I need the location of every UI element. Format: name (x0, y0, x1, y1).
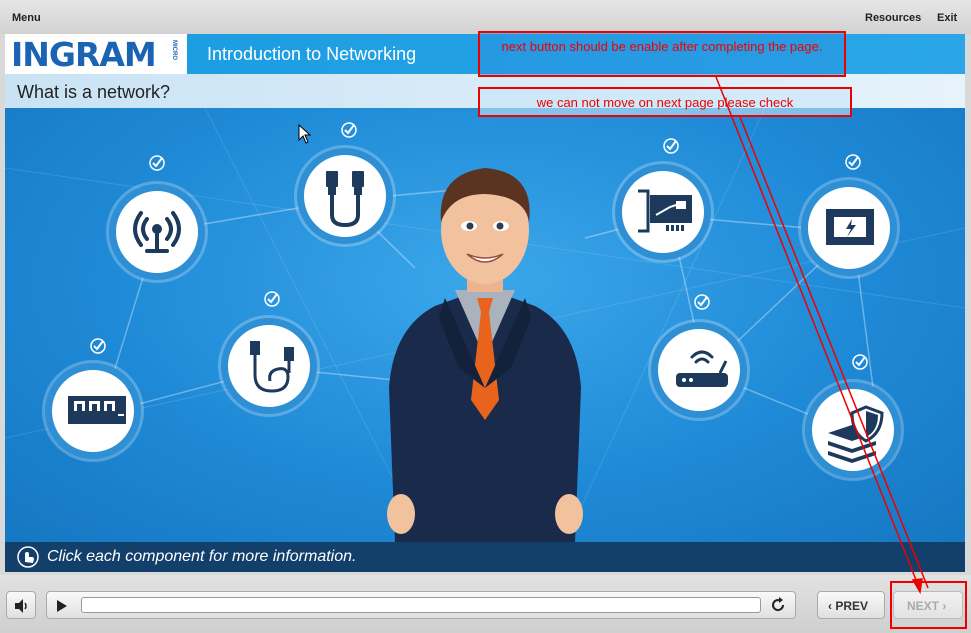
visited-check-icon (845, 154, 861, 170)
network-card-icon (638, 189, 692, 233)
annotation-note-2: we can not move on next page please chec… (478, 87, 852, 117)
logo: INGRAM MICRO (5, 34, 187, 74)
playback-bar (46, 591, 796, 619)
mouse-cursor-icon (298, 124, 312, 144)
node-router[interactable] (651, 322, 747, 418)
hand-pointer-icon (17, 546, 39, 568)
ethernet-port-icon (826, 209, 874, 245)
course-title: Introduction to Networking (207, 44, 417, 64)
resources-button[interactable]: Resources (865, 12, 921, 24)
antenna-icon (133, 211, 181, 253)
visited-check-icon (264, 291, 280, 307)
node-security-server[interactable] (805, 382, 901, 478)
visited-check-icon (852, 354, 868, 370)
speaker-icon (15, 599, 27, 613)
visited-check-icon (90, 338, 106, 354)
switch-icon (68, 396, 126, 424)
node-ethernet-cable[interactable] (297, 148, 393, 244)
node-usb-cable[interactable] (221, 318, 317, 414)
menu-button[interactable]: Menu (12, 12, 41, 24)
node-network-card[interactable] (615, 164, 711, 260)
exit-button[interactable]: Exit (937, 12, 957, 24)
usb-cable-icon (250, 341, 294, 393)
volume-button[interactable] (6, 591, 36, 619)
player-controls: ‹ PREV NEXT › (0, 575, 971, 633)
top-bar: Menu Resources Exit (0, 0, 971, 34)
content-stage (5, 108, 965, 542)
node-switch[interactable] (45, 363, 141, 459)
node-ethernet-port[interactable] (801, 180, 897, 276)
visited-check-icon (149, 155, 165, 171)
prev-button[interactable]: ‹ PREV (817, 591, 885, 619)
logo-subtext: MICRO (171, 40, 177, 60)
play-icon[interactable] (57, 600, 67, 612)
visited-check-icon (694, 294, 710, 310)
page-title: What is a network? (17, 82, 171, 102)
visited-check-icon (341, 122, 357, 138)
router-icon (676, 350, 728, 387)
prev-label: PREV (835, 599, 869, 613)
replay-icon[interactable] (769, 596, 787, 614)
annotation-note-1: next button should be enable after compl… (478, 31, 846, 77)
server-shield-icon (828, 405, 884, 463)
ethernet-cable-icon (326, 171, 364, 228)
progress-track[interactable] (81, 597, 761, 613)
logo-text: INGRAM (11, 35, 157, 74)
node-wireless-antenna[interactable] (109, 184, 205, 280)
instruction-bar: Click each component for more informatio… (5, 542, 965, 572)
presenter-character (387, 168, 583, 542)
visited-check-icon (663, 138, 679, 154)
annotation-next-highlight (890, 581, 967, 629)
instruction-text: Click each component for more informatio… (47, 548, 357, 565)
